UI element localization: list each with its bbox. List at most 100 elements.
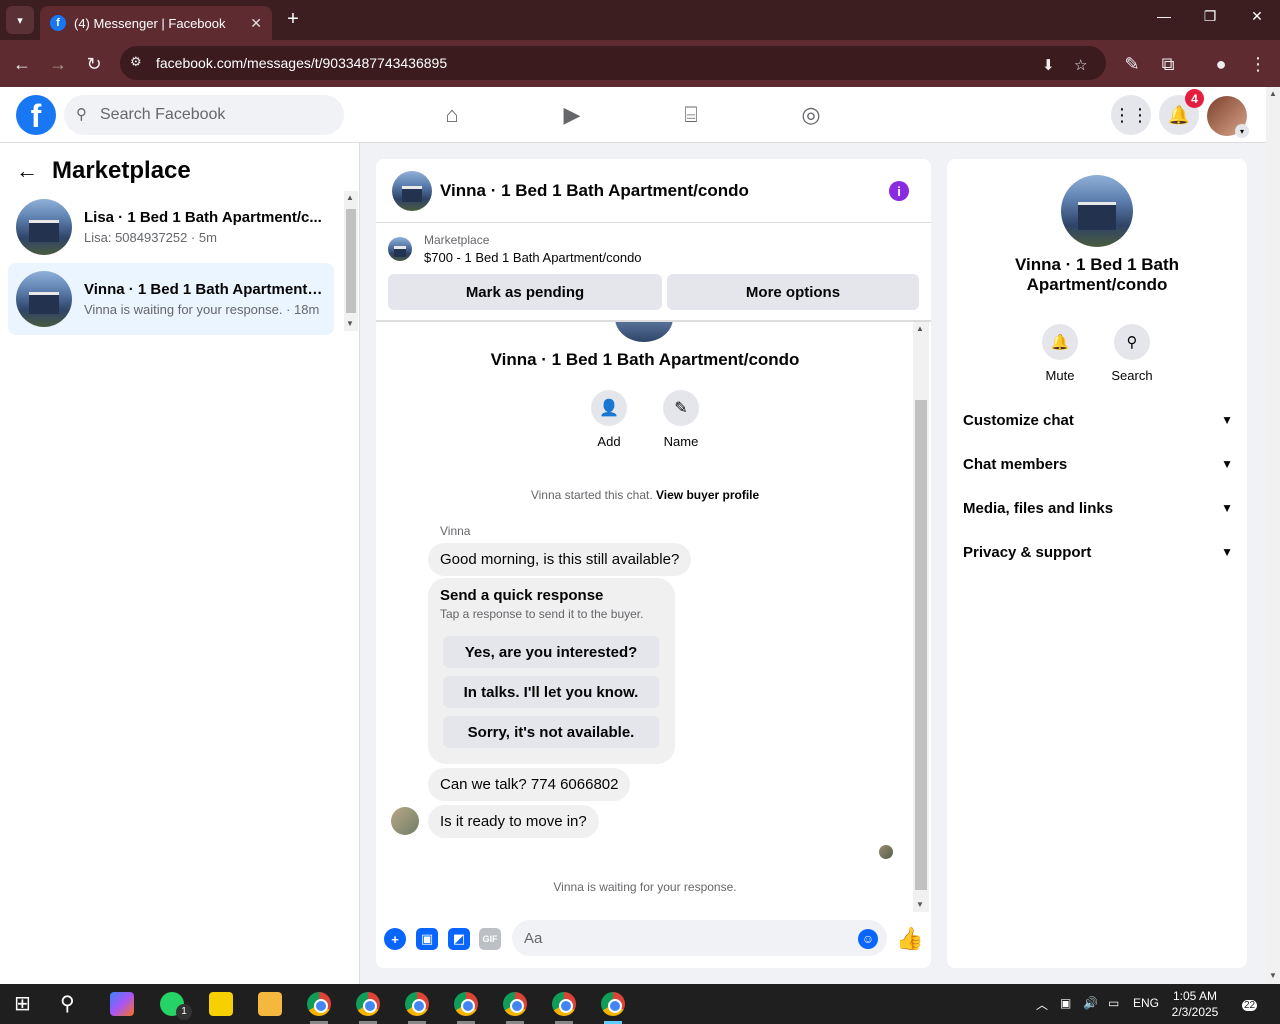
install-app-icon[interactable]: ⬇ [1042,56,1055,74]
scroll-up-icon[interactable]: ▲ [916,324,924,333]
chat-thumbnail[interactable] [392,170,432,211]
scroll-down-icon[interactable]: ▼ [1269,971,1277,980]
sticky-notes-icon[interactable] [209,992,233,1016]
close-window-icon[interactable]: ✕ [1245,8,1269,25]
marketplace-icon[interactable]: ⌸ [677,101,705,129]
chrome-icon[interactable] [356,992,380,1016]
facebook-logo-icon[interactable]: f [16,95,56,135]
chat-details-panel: Vinna · 1 Bed 1 Bath Apartment/condo 🔔 M… [947,159,1247,968]
taskbar-search-icon[interactable]: ⚲ [60,992,84,1016]
address-bar[interactable]: ⚙ facebook.com/messages/t/90334877434368… [120,46,1106,80]
new-tab-icon[interactable]: + [282,8,304,30]
gif-icon[interactable]: GIF [479,928,501,950]
message-bubble[interactable]: Is it ready to move in? [428,805,599,838]
add-member-button[interactable]: 👤 Add [579,390,639,449]
chrome-icon[interactable] [552,992,576,1016]
photo-icon[interactable]: ▣ [416,928,438,950]
tab-close-icon[interactable]: ✕ [250,15,262,32]
menu-dots-icon[interactable]: ⋮ [1246,52,1270,76]
extensions-icon[interactable]: ⧉ [1156,52,1180,76]
scroll-up-icon[interactable]: ▲ [346,193,354,202]
listing-summary[interactable]: Marketplace $700 - 1 Bed 1 Bath Apartmen… [388,233,642,265]
chrome-icon[interactable] [503,992,527,1016]
language-indicator[interactable]: ENG [1133,996,1159,1010]
chrome-icon[interactable] [307,992,331,1016]
chat-members-row[interactable]: Chat members ▼ [963,442,1233,486]
windows-start-icon[interactable]: ⊞ [14,992,38,1016]
back-arrow-icon[interactable]: ← [16,158,38,184]
thumbs-up-icon[interactable]: 👍 [896,926,923,952]
privacy-support-row[interactable]: Privacy & support ▼ [963,530,1233,574]
menu-grid-icon[interactable]: ⋮⋮ [1111,95,1151,135]
notification-center-icon[interactable]: 22 [1238,994,1258,1012]
name-label: Name [663,434,699,449]
system-clock[interactable]: 1:05 AM 2/3/2025 [1168,988,1222,1020]
network-icon[interactable]: ▭ [1108,996,1119,1010]
pen-icon[interactable]: ✎ [1120,52,1144,76]
conversation-preview: Vinna is waiting for your response. · 18… [84,302,320,317]
restore-icon[interactable]: ❐ [1198,8,1222,25]
file-explorer-icon[interactable] [258,992,282,1016]
reload-icon[interactable]: ↻ [82,52,106,76]
mark-pending-button[interactable]: Mark as pending [388,274,662,310]
emoji-icon[interactable]: ☺ [858,929,878,949]
chrome-icon-active[interactable] [601,992,625,1016]
info-icon[interactable]: i [889,181,909,201]
tray-chevron-up-icon[interactable]: ︿ [1036,996,1048,1013]
message-composer: + ▣ ◩ GIF Aa ☺ 👍 [376,914,931,968]
more-options-button[interactable]: More options [667,274,919,310]
search-label: Search [1111,368,1153,383]
conversation-item[interactable]: Lisa · 1 Bed 1 Bath Apartment/c... Lisa:… [8,191,334,263]
browser-tab[interactable]: f (4) Messenger | Facebook ✕ [40,6,272,40]
mute-button[interactable]: 🔔 Mute [1030,324,1090,383]
message-bubble[interactable]: Can we talk? 774 6066802 [428,768,631,801]
panel-scrollbar[interactable]: ▲ ▼ [344,191,358,331]
tray-device-icon[interactable]: ▣ [1060,996,1071,1010]
message-input[interactable]: Aa [512,920,887,956]
profile-icon[interactable]: ● [1209,52,1233,76]
video-icon[interactable]: ▶ [558,101,586,129]
quick-response-title: Send a quick response [440,587,604,604]
customize-chat-row[interactable]: Customize chat ▼ [963,398,1233,442]
tab-search-dropdown-icon[interactable]: ▾ [6,6,34,34]
sticker-icon[interactable]: ◩ [448,928,470,950]
media-files-links-row[interactable]: Media, files and links ▼ [963,486,1233,530]
chat-scrollbar[interactable]: ▲ ▼ [913,322,929,912]
facebook-search-input[interactable]: ⚲ Search Facebook [64,95,344,135]
page-scrollbar[interactable]: ▲ ▼ [1266,87,1280,984]
scroll-down-icon[interactable]: ▼ [346,319,354,328]
quick-response-button[interactable]: In talks. I'll let you know. [443,676,659,708]
plus-icon[interactable]: + [384,928,406,950]
search-chat-button[interactable]: ⚲ Search [1102,324,1162,383]
rename-button[interactable]: ✎ Name [651,390,711,449]
chrome-icon[interactable] [454,992,478,1016]
bookmark-star-icon[interactable]: ☆ [1074,56,1087,74]
site-info-icon[interactable]: ⚙ [130,54,148,72]
volume-icon[interactable]: 🔊 [1083,996,1098,1010]
forward-icon[interactable]: → [46,52,70,76]
scrollbar-thumb[interactable] [915,400,927,890]
minimize-icon[interactable]: — [1152,8,1176,24]
facebook-top-nav: f ⚲ Search Facebook ⌂ ▶ ⌸ ◎ ⋮⋮ 🔔 4 ▾ [0,87,1266,143]
copilot-icon[interactable] [110,992,134,1016]
chat-title[interactable]: Vinna · 1 Bed 1 Bath Apartment/condo [440,181,749,201]
back-icon[interactable]: ← [10,52,34,76]
message-bubble[interactable]: Good morning, is this still available? [428,543,692,576]
quick-response-button[interactable]: Sorry, it's not available. [443,716,659,748]
chevron-down-icon: ▼ [1221,457,1233,471]
account-avatar[interactable]: ▾ [1207,96,1249,138]
scroll-up-icon[interactable]: ▲ [1269,89,1277,98]
scrollbar-thumb[interactable] [346,209,356,313]
conversation-item-active[interactable]: Vinna · 1 Bed 1 Bath Apartment/... Vinna… [8,263,334,335]
tab-title: (4) Messenger | Facebook [74,15,226,31]
quick-response-button[interactable]: Yes, are you interested? [443,636,659,668]
search-icon: ⚲ [1114,324,1150,360]
scroll-down-icon[interactable]: ▼ [916,900,924,909]
home-icon[interactable]: ⌂ [438,101,466,129]
view-buyer-profile-link[interactable]: View buyer profile [656,488,759,502]
search-placeholder: Search Facebook [100,106,226,123]
chrome-icon[interactable] [405,992,429,1016]
sender-avatar[interactable] [391,807,419,835]
groups-icon[interactable]: ◎ [797,101,825,129]
facebook-favicon-icon: f [50,15,66,31]
